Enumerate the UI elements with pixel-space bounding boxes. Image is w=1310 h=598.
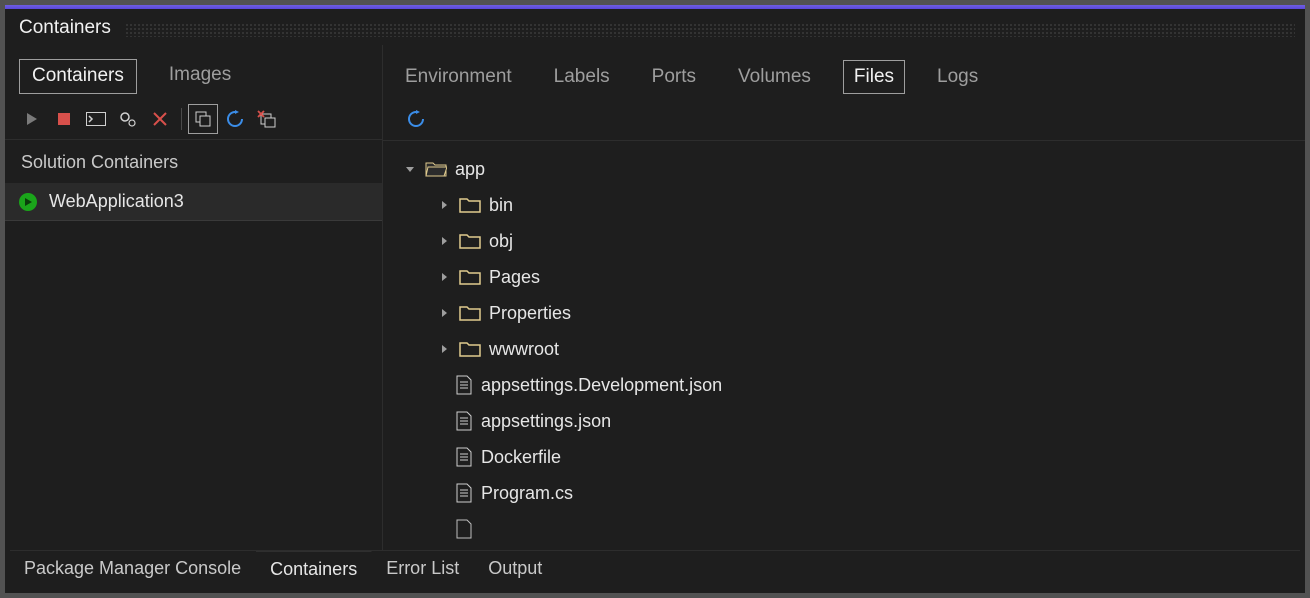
caret-right-icon[interactable] <box>437 198 451 212</box>
file-icon <box>455 519 473 539</box>
tree-label: wwwroot <box>489 339 559 360</box>
terminal-button[interactable] <box>81 104 111 134</box>
tree-file-program[interactable]: Program.cs <box>389 475 1299 511</box>
caret-right-icon[interactable] <box>437 306 451 320</box>
folder-icon <box>459 196 481 214</box>
tree-label: obj <box>489 231 513 252</box>
tree-label: Program.cs <box>481 483 573 504</box>
btab-pm-console[interactable]: Package Manager Console <box>10 551 256 588</box>
caret-right-icon[interactable] <box>437 270 451 284</box>
container-name-label: WebApplication3 <box>49 191 184 212</box>
tree-label: Pages <box>489 267 540 288</box>
tree-file-dockerfile[interactable]: Dockerfile <box>389 439 1299 475</box>
tree-label: appsettings.Development.json <box>481 375 722 396</box>
folder-icon <box>459 340 481 358</box>
panel-title-bar: Containers <box>5 9 1305 45</box>
toolbar-separator <box>181 108 182 130</box>
file-icon <box>455 483 473 503</box>
tree-label: app <box>455 159 485 180</box>
tab-containers[interactable]: Containers <box>19 59 137 94</box>
dtab-logs[interactable]: Logs <box>927 61 988 93</box>
dtab-labels[interactable]: Labels <box>544 61 620 93</box>
tree-folder-pages[interactable]: Pages <box>389 259 1299 295</box>
start-button[interactable] <box>17 104 47 134</box>
tree-folder-wwwroot[interactable]: wwwroot <box>389 331 1299 367</box>
dtab-ports[interactable]: Ports <box>642 61 706 93</box>
detail-toolbar <box>383 99 1305 141</box>
tree-file-cut[interactable] <box>389 511 1299 547</box>
file-icon <box>455 375 473 395</box>
btab-containers[interactable]: Containers <box>256 551 372 588</box>
dtab-environment[interactable]: Environment <box>395 61 522 93</box>
file-icon <box>455 447 473 467</box>
dtab-volumes[interactable]: Volumes <box>728 61 821 93</box>
left-column: Containers Images <box>5 45 383 551</box>
tree-label: Dockerfile <box>481 447 561 468</box>
refresh-button[interactable] <box>220 104 250 134</box>
sidebar-toolbar <box>5 98 382 140</box>
tree-folder-app[interactable]: app <box>389 151 1299 187</box>
btab-error-list[interactable]: Error List <box>372 551 474 588</box>
detail-tabs: Environment Labels Ports Volumes Files L… <box>383 45 1305 99</box>
tree-folder-obj[interactable]: obj <box>389 223 1299 259</box>
file-icon <box>455 411 473 431</box>
tree-file-appsettings[interactable]: appsettings.json <box>389 403 1299 439</box>
caret-right-icon[interactable] <box>437 342 451 356</box>
caret-down-icon[interactable] <box>403 162 417 176</box>
tree-file-appsettings-dev[interactable]: appsettings.Development.json <box>389 367 1299 403</box>
stop-button[interactable] <box>49 104 79 134</box>
running-status-icon <box>19 193 37 211</box>
sidebar-section-heading: Solution Containers <box>5 140 382 183</box>
panel-title: Containers <box>19 17 111 38</box>
btab-output[interactable]: Output <box>474 551 557 588</box>
folder-icon <box>459 232 481 250</box>
bottom-tab-bar: Package Manager Console Containers Error… <box>10 550 1300 588</box>
dtab-files[interactable]: Files <box>843 60 905 94</box>
right-column: Environment Labels Ports Volumes Files L… <box>383 45 1305 551</box>
tree-folder-properties[interactable]: Properties <box>389 295 1299 331</box>
tab-images[interactable]: Images <box>157 59 243 94</box>
folder-open-icon <box>425 160 447 178</box>
delete-button[interactable] <box>145 104 175 134</box>
view-tabs: Containers Images <box>5 45 382 98</box>
grip-dots[interactable] <box>125 23 1295 37</box>
remove-compose-button[interactable] <box>252 104 282 134</box>
caret-right-icon[interactable] <box>437 234 451 248</box>
tree-label: bin <box>489 195 513 216</box>
compose-view-button[interactable] <box>188 104 218 134</box>
tree-folder-bin[interactable]: bin <box>389 187 1299 223</box>
folder-icon <box>459 268 481 286</box>
tree-label: Properties <box>489 303 571 324</box>
container-list-item[interactable]: WebApplication3 <box>5 183 382 221</box>
tree-label: appsettings.json <box>481 411 611 432</box>
settings-button[interactable] <box>113 104 143 134</box>
file-tree[interactable]: app bin obj <box>383 141 1305 551</box>
tree-refresh-button[interactable] <box>401 104 431 134</box>
folder-icon <box>459 304 481 322</box>
